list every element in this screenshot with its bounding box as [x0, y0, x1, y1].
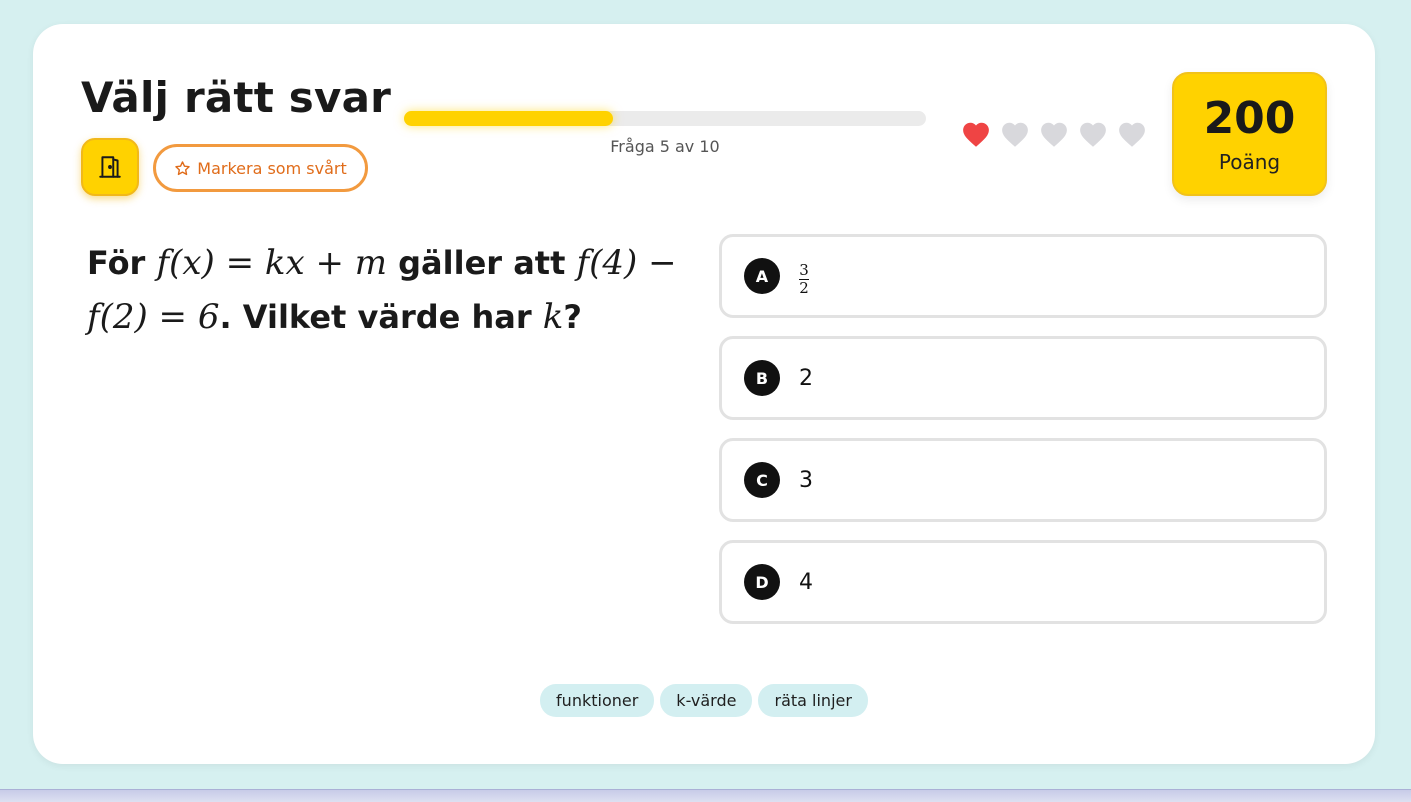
mark-difficult-button[interactable]: Markera som svårt: [153, 144, 368, 192]
door-exit-icon: [99, 156, 121, 178]
quiz-card: Välj rätt svar Markera som svårt Fråga 5…: [33, 24, 1375, 764]
answer-letter: B: [744, 360, 780, 396]
heart-icon: [963, 122, 989, 147]
heart-icon: [1080, 122, 1106, 147]
answer-option-b[interactable]: B 2: [719, 336, 1327, 420]
fraction: 3 2: [799, 263, 809, 296]
question-formula-3: k: [542, 297, 564, 337]
mark-difficult-label: Markera som svårt: [197, 158, 347, 178]
question-tail: . Vilket värde har: [219, 298, 532, 336]
progress-bar: [404, 111, 926, 126]
fraction-denominator: 2: [799, 279, 809, 297]
topic-tags: funktioner k-värde räta linjer: [33, 684, 1375, 717]
tag-chip: räta linjer: [758, 684, 868, 717]
star-outline-icon: [175, 160, 190, 175]
exit-button[interactable]: [81, 138, 139, 196]
question-formula-1: f(x) = kx + m: [156, 243, 387, 283]
lives-indicator: [961, 120, 1147, 148]
score-value: 200: [1203, 93, 1296, 144]
heart-icon: [1002, 122, 1028, 147]
answer-letter: D: [744, 564, 780, 600]
answer-value: 3: [799, 467, 813, 493]
answer-letter: C: [744, 462, 780, 498]
score-box: 200 Poäng: [1172, 72, 1327, 196]
heart-icon: [1041, 122, 1067, 147]
answer-option-a[interactable]: A 3 2: [719, 234, 1327, 318]
score-label: Poäng: [1218, 150, 1281, 174]
answer-value: 2: [799, 365, 813, 391]
page-title: Välj rätt svar: [81, 73, 392, 122]
question-end: ?: [563, 298, 582, 336]
answer-option-c[interactable]: C 3: [719, 438, 1327, 522]
heart-icon: [1119, 122, 1145, 147]
answer-list: A 3 2 B 2 C 3 D 4: [719, 234, 1327, 642]
answer-value: 3 2: [799, 256, 809, 296]
taskbar-edge: [0, 789, 1411, 802]
answer-option-d[interactable]: D 4: [719, 540, 1327, 624]
progress-label: Fråga 5 av 10: [610, 137, 720, 156]
progress-fill: [404, 111, 613, 126]
question-lead: För: [87, 244, 146, 282]
question-text: För f(x) = kx + m gäller att f(4) − f(2)…: [87, 236, 687, 344]
tag-chip: funktioner: [540, 684, 655, 717]
tag-chip: k-värde: [660, 684, 753, 717]
question-mid: gäller att: [398, 244, 566, 282]
answer-letter: A: [744, 258, 780, 294]
fraction-numerator: 3: [799, 261, 809, 279]
answer-value: 4: [799, 569, 813, 595]
